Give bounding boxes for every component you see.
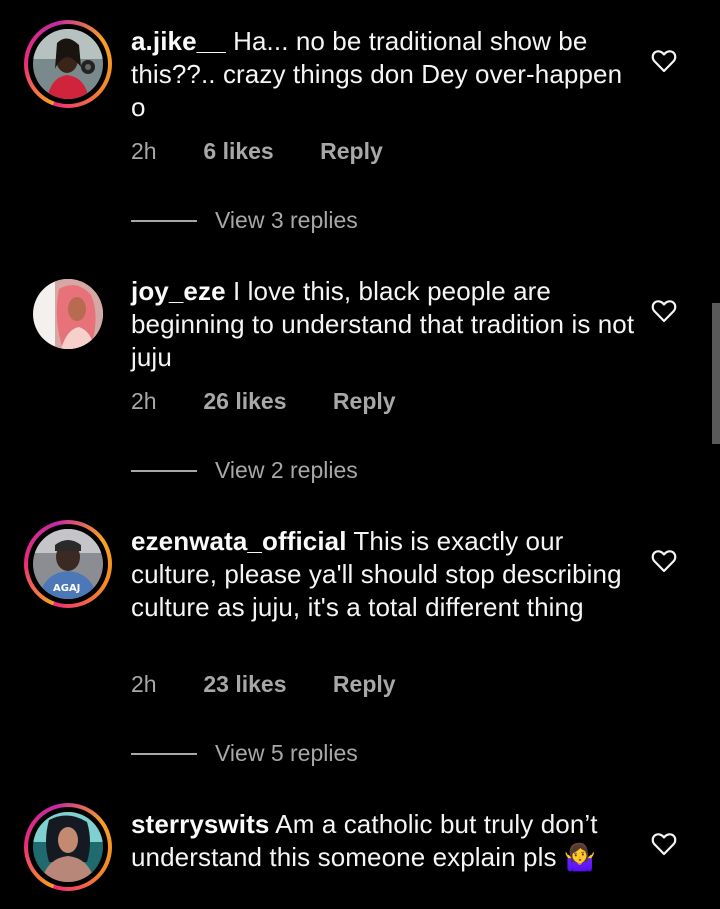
comment-username[interactable]: a.jike__ xyxy=(131,26,226,56)
profile-photo-icon xyxy=(33,812,103,882)
comment-time: 2h xyxy=(131,388,157,414)
avatar[interactable]: AGAJ xyxy=(24,520,112,608)
profile-photo-icon: AGAJ xyxy=(33,529,103,599)
avatar[interactable] xyxy=(24,803,112,891)
view-replies-button[interactable]: View 5 replies xyxy=(131,740,358,767)
heart-outline-icon[interactable] xyxy=(651,299,677,323)
replies-divider xyxy=(131,753,197,755)
svg-text:AGAJ: AGAJ xyxy=(53,583,80,594)
comment-likes[interactable]: 6 likes xyxy=(203,138,273,165)
profile-photo-icon xyxy=(33,279,103,349)
comment-text: joy_eze I love this, black people are be… xyxy=(131,275,636,374)
comment-text: a.jike__ Ha... no be traditional show be… xyxy=(131,25,636,124)
view-replies-button[interactable]: View 3 replies xyxy=(131,207,358,234)
view-replies-label: View 5 replies xyxy=(215,740,358,766)
comment-username[interactable]: ezenwata_official xyxy=(131,526,347,556)
view-replies-label: View 2 replies xyxy=(215,457,358,483)
comment-time: 2h xyxy=(131,138,157,164)
reply-button[interactable]: Reply xyxy=(333,671,396,698)
comment-likes[interactable]: 23 likes xyxy=(203,671,286,698)
comment-text: ezenwata_official This is exactly our cu… xyxy=(131,525,636,624)
shrug-emoji: 🤷‍♀️ xyxy=(563,842,597,872)
comment-likes[interactable]: 26 likes xyxy=(203,388,286,415)
replies-divider xyxy=(131,220,197,222)
comment-text: sterryswits Am a catholic but truly don’… xyxy=(131,808,636,874)
replies-divider xyxy=(131,470,197,472)
comment-username[interactable]: joy_eze xyxy=(131,276,226,306)
comment-meta: 2h 6 likes Reply xyxy=(131,138,383,165)
heart-outline-icon[interactable] xyxy=(651,49,677,73)
heart-outline-icon[interactable] xyxy=(651,832,677,856)
profile-photo-icon xyxy=(33,29,103,99)
reply-button[interactable]: Reply xyxy=(320,138,383,165)
scrollbar-thumb[interactable] xyxy=(712,303,720,444)
view-replies-label: View 3 replies xyxy=(215,207,358,233)
avatar[interactable] xyxy=(33,279,103,349)
comment-username[interactable]: sterryswits xyxy=(131,809,269,839)
comment-meta: 2h 26 likes Reply xyxy=(131,388,396,415)
avatar[interactable] xyxy=(24,20,112,108)
heart-outline-icon[interactable] xyxy=(651,549,677,573)
reply-button[interactable]: Reply xyxy=(333,388,396,415)
comment-meta: 2h 23 likes Reply xyxy=(131,671,396,698)
comment-time: 2h xyxy=(131,671,157,697)
view-replies-button[interactable]: View 2 replies xyxy=(131,457,358,484)
